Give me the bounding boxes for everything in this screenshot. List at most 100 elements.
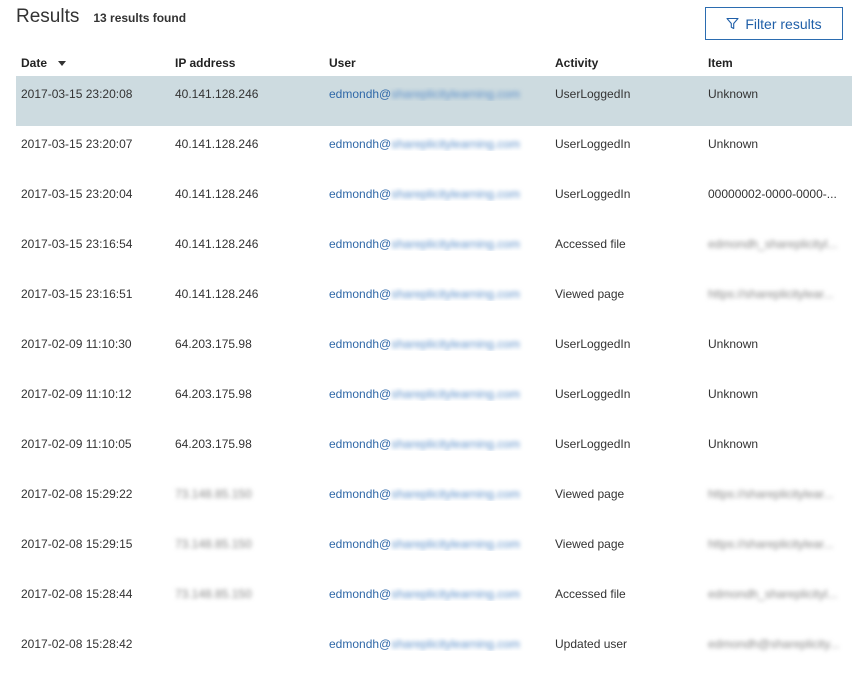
- cell-date: 2017-03-15 23:16:54: [21, 237, 133, 251]
- user-domain: shareplicitylearning.com: [391, 537, 520, 551]
- user-name: edmondh@: [329, 637, 392, 651]
- user-name: edmondh@: [329, 487, 392, 501]
- user-name: edmondh@: [329, 437, 392, 451]
- cell-item: Unknown: [708, 137, 759, 151]
- user-domain: shareplicitylearning.com: [391, 237, 520, 251]
- cell-activity: UserLoggedIn: [555, 137, 631, 151]
- cell-user[interactable]: edmondh@shareplicitylearning.com: [329, 137, 551, 151]
- cell-ip: 73.148.85.150: [175, 537, 252, 551]
- table-row[interactable]: 2017-02-08 15:28:44 73.148.85.150 edmond…: [16, 576, 852, 626]
- results-table-body: 2017-03-15 23:20:08 40.141.128.246 edmon…: [16, 76, 852, 676]
- cell-user[interactable]: edmondh@shareplicitylearning.com: [329, 437, 551, 451]
- user-name: edmondh@: [329, 87, 392, 101]
- cell-item: Unknown: [708, 387, 759, 401]
- user-domain: shareplicitylearning.com: [391, 287, 520, 301]
- cell-item: https://shareplicitylear...: [708, 537, 834, 551]
- user-name: edmondh@: [329, 387, 392, 401]
- user-domain: shareplicitylearning.com: [391, 587, 520, 601]
- cell-user[interactable]: edmondh@shareplicitylearning.com: [329, 637, 551, 651]
- user-name: edmondh@: [329, 587, 392, 601]
- cell-ip: 64.203.175.98: [175, 387, 252, 401]
- user-domain: shareplicitylearning.com: [391, 87, 520, 101]
- cell-user[interactable]: edmondh@shareplicitylearning.com: [329, 237, 551, 251]
- cell-activity: Viewed page: [555, 487, 625, 501]
- user-name: edmondh@: [329, 537, 392, 551]
- filter-results-button[interactable]: Filter results: [705, 7, 843, 40]
- cell-user[interactable]: edmondh@shareplicitylearning.com: [329, 337, 551, 351]
- cell-ip: 64.203.175.98: [175, 437, 252, 451]
- column-header-date[interactable]: Date: [21, 56, 67, 70]
- table-row[interactable]: 2017-02-08 15:29:22 73.148.85.150 edmond…: [16, 476, 852, 526]
- cell-user[interactable]: edmondh@shareplicitylearning.com: [329, 587, 551, 601]
- cell-ip: 40.141.128.246: [175, 237, 259, 251]
- cell-user[interactable]: edmondh@shareplicitylearning.com: [329, 187, 551, 201]
- table-row[interactable]: 2017-02-09 11:10:30 64.203.175.98 edmond…: [16, 326, 852, 376]
- cell-ip: 40.141.128.246: [175, 87, 259, 101]
- cell-activity: Viewed page: [555, 287, 625, 301]
- cell-item: Unknown: [708, 437, 759, 451]
- cell-item: https://shareplicitylear...: [708, 487, 834, 501]
- table-header: Date IP address User Activity Item: [16, 54, 852, 76]
- cell-item: edmondh_shareplicityl...: [708, 587, 838, 601]
- column-header-activity[interactable]: Activity: [555, 56, 598, 70]
- cell-ip: 64.203.175.98: [175, 337, 252, 351]
- column-header-user[interactable]: User: [329, 56, 356, 70]
- cell-ip: 40.141.128.246: [175, 287, 259, 301]
- user-domain: shareplicitylearning.com: [391, 487, 520, 501]
- user-domain: shareplicitylearning.com: [391, 387, 520, 401]
- cell-activity: UserLoggedIn: [555, 387, 631, 401]
- cell-date: 2017-02-09 11:10:12: [21, 387, 132, 401]
- table-row[interactable]: 2017-02-09 11:10:12 64.203.175.98 edmond…: [16, 376, 852, 426]
- user-domain: shareplicitylearning.com: [391, 137, 520, 151]
- user-name: edmondh@: [329, 337, 392, 351]
- user-name: edmondh@: [329, 137, 392, 151]
- cell-date: 2017-02-08 15:28:44: [21, 587, 133, 601]
- user-domain: shareplicitylearning.com: [391, 637, 520, 651]
- cell-user[interactable]: edmondh@shareplicitylearning.com: [329, 87, 551, 101]
- results-count: 13 results found: [93, 11, 187, 25]
- cell-item: 00000002-0000-0000-...: [708, 187, 837, 201]
- cell-activity: Viewed page: [555, 537, 625, 551]
- cell-ip: 40.141.128.246: [175, 187, 259, 201]
- cell-date: 2017-03-15 23:20:08: [21, 87, 133, 101]
- cell-user[interactable]: edmondh@shareplicitylearning.com: [329, 487, 551, 501]
- table-row[interactable]: 2017-03-15 23:20:07 40.141.128.246 edmon…: [16, 126, 852, 176]
- cell-ip: 73.148.85.150: [175, 487, 252, 501]
- table-row[interactable]: 2017-03-15 23:16:54 40.141.128.246 edmon…: [16, 226, 852, 276]
- cell-ip: 40.141.128.246: [175, 137, 259, 151]
- table-row[interactable]: 2017-03-15 23:16:51 40.141.128.246 edmon…: [16, 276, 852, 326]
- cell-activity: Updated user: [555, 637, 628, 651]
- user-name: edmondh@: [329, 187, 392, 201]
- cell-activity: UserLoggedIn: [555, 437, 631, 451]
- table-row[interactable]: 2017-02-08 15:28:42 edmondh@shareplicity…: [16, 626, 852, 676]
- cell-user[interactable]: edmondh@shareplicitylearning.com: [329, 387, 551, 401]
- table-row[interactable]: 2017-02-08 15:29:15 73.148.85.150 edmond…: [16, 526, 852, 576]
- column-header-ip[interactable]: IP address: [175, 56, 235, 70]
- user-name: edmondh@: [329, 287, 392, 301]
- cell-user[interactable]: edmondh@shareplicitylearning.com: [329, 537, 551, 551]
- table-row[interactable]: 2017-02-09 11:10:05 64.203.175.98 edmond…: [16, 426, 852, 476]
- funnel-icon: [726, 17, 739, 30]
- table-row[interactable]: 2017-03-15 23:20:08 40.141.128.246 edmon…: [16, 76, 852, 126]
- page-title: Results: [16, 6, 80, 27]
- cell-activity: UserLoggedIn: [555, 87, 631, 101]
- cell-item: Unknown: [708, 87, 759, 101]
- cell-activity: Accessed file: [555, 587, 626, 601]
- cell-item: https://shareplicitylear...: [708, 287, 834, 301]
- cell-user[interactable]: edmondh@shareplicitylearning.com: [329, 287, 551, 301]
- cell-activity: UserLoggedIn: [555, 187, 631, 201]
- user-name: edmondh@: [329, 237, 392, 251]
- cell-item: edmondh_shareplicityl...: [708, 237, 838, 251]
- cell-item: Unknown: [708, 337, 759, 351]
- cell-date: 2017-03-15 23:16:51: [21, 287, 133, 301]
- cell-date: 2017-03-15 23:20:04: [21, 187, 133, 201]
- caret-down-icon: [58, 61, 67, 67]
- table-row[interactable]: 2017-03-15 23:20:04 40.141.128.246 edmon…: [16, 176, 852, 226]
- cell-item: edmondh@shareplicity...: [708, 637, 840, 651]
- cell-date: 2017-02-08 15:28:42: [21, 637, 133, 651]
- cell-ip: 73.148.85.150: [175, 587, 252, 601]
- column-header-item[interactable]: Item: [708, 56, 733, 70]
- user-domain: shareplicitylearning.com: [391, 437, 520, 451]
- results-header: Results 13 results found: [16, 6, 186, 36]
- cell-date: 2017-02-08 15:29:15: [21, 537, 133, 551]
